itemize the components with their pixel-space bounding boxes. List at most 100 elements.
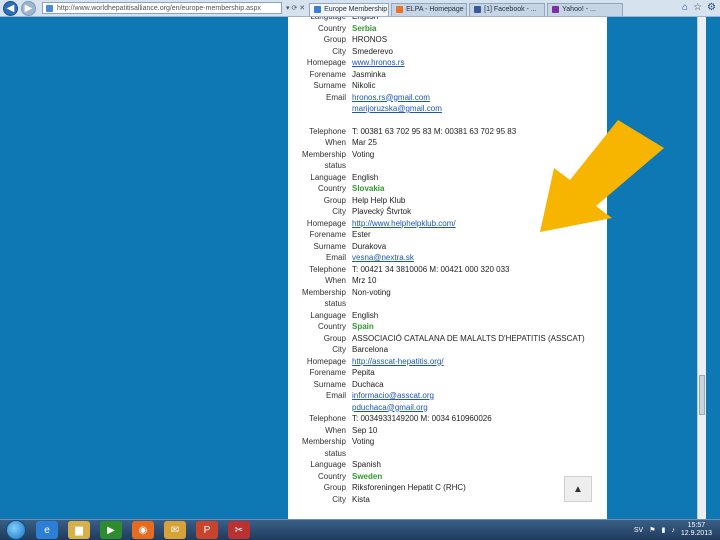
- mail-icon[interactable]: ✉: [164, 521, 186, 539]
- field-value: Durakova: [352, 241, 387, 251]
- tool-icon[interactable]: ✂: [228, 521, 250, 539]
- browser-tab[interactable]: Europe Membership - ...✕: [309, 2, 390, 16]
- field-row: When Sep 10: [288, 425, 607, 437]
- address-tools[interactable]: ▾ ⟳ ✕: [286, 4, 305, 12]
- forward-button[interactable]: ▶: [21, 0, 36, 16]
- field-link[interactable]: marijoruzska@gmail.com: [352, 103, 607, 115]
- volume-icon[interactable]: ♪: [671, 527, 675, 534]
- ie-icon[interactable]: e: [36, 521, 58, 539]
- field-row: Surname Nikolic: [288, 80, 607, 92]
- field-row: Email informacio@asscat.org: [288, 390, 607, 402]
- field-row: Country Serbia: [288, 23, 607, 35]
- home-icon[interactable]: ⌂: [682, 2, 688, 13]
- field-row: Group HRONOS: [288, 34, 607, 46]
- tab-strip: Europe Membership - ...✕ ELPA - Homepage …: [309, 1, 625, 16]
- field-link[interactable]: www.hronos.rs: [352, 57, 607, 69]
- field-label: Forename: [309, 230, 346, 239]
- field-label: Email: [325, 253, 346, 262]
- tab-label: Europe Membership - ...: [324, 6, 388, 13]
- field-value: Sep 10: [352, 425, 378, 435]
- field-row: City Kista: [288, 494, 607, 506]
- chevron-up-icon: ▲: [573, 483, 583, 495]
- field-link[interactable]: informacio@asscat.org: [352, 390, 607, 402]
- field-row: Email vesna@nextra.sk: [288, 252, 607, 264]
- field-row: status: [288, 448, 607, 460]
- field-row: Homepage http://asscat-hepatitis.org/: [288, 356, 607, 368]
- browser-tab[interactable]: ELPA - Homepage - ELPA - ...: [391, 2, 468, 16]
- field-value: English: [352, 310, 379, 320]
- field-label: Homepage: [306, 356, 346, 366]
- field-row: Homepage www.hronos.rs: [288, 57, 607, 69]
- field-row: Telephone T: 00421 34 3810006 M: 00421 00…: [288, 264, 607, 276]
- tab-favicon-icon: [314, 6, 322, 13]
- field-value: Duchaca: [352, 379, 384, 389]
- folder-icon[interactable]: ▆: [68, 521, 90, 539]
- scroll-to-top-button[interactable]: ▲: [564, 476, 592, 502]
- field-label: City: [332, 494, 346, 504]
- clock-date: 12.9.2013: [680, 530, 712, 537]
- field-label: Group: [323, 333, 346, 343]
- field-value: T: 00421 34 3810006 M: 00421 000 320 033: [352, 264, 510, 274]
- field-label: City: [332, 46, 346, 56]
- field-row: Forename Pepita: [288, 367, 607, 379]
- page-scrollbar[interactable]: [697, 17, 706, 519]
- address-bar[interactable]: http://www.worldhepatitisalliance.org/en…: [42, 2, 282, 14]
- field-value: HRONOS: [352, 35, 388, 44]
- field-row: When Mrz 10: [288, 275, 607, 287]
- network-icon[interactable]: ▮: [661, 526, 665, 534]
- field-label: Language: [310, 460, 346, 469]
- field-link[interactable]: vesna@nextra.sk: [352, 252, 607, 264]
- field-row: Group Riksforeningen Hepatit C (RHC): [288, 482, 607, 494]
- field-row: Surname Duchaca: [288, 379, 607, 391]
- clock[interactable]: 15:57 12.9.2013: [681, 522, 712, 538]
- tab-label: [1] Facebook - ...: [484, 6, 537, 13]
- system-tray: SV ⚑ ▮ ♪ 15:57 12.9.2013: [634, 522, 712, 538]
- field-link[interactable]: pduchaca@gmail.org: [352, 402, 607, 414]
- field-row: status: [288, 298, 607, 310]
- field-value: T: 0034933149200 M: 0034 610960026: [352, 414, 492, 423]
- field-label: [288, 402, 352, 414]
- field-value: Jasminka: [352, 69, 386, 79]
- language-indicator[interactable]: SV: [634, 527, 643, 534]
- field-label: Surname: [313, 241, 346, 251]
- start-button[interactable]: [6, 520, 26, 540]
- browser-tab[interactable]: [1] Facebook - ...: [469, 2, 546, 16]
- media-player-icon[interactable]: ▶: [100, 521, 122, 539]
- field-row: pduchaca@gmail.org: [288, 402, 607, 414]
- field-row: Language Spanish: [288, 459, 607, 471]
- membership-panel: LanguageEnglishCountrySerbiaGroupHRONOSC…: [288, 17, 607, 519]
- field-label: Telephone: [309, 414, 346, 423]
- tab-favicon-icon: [552, 6, 560, 13]
- field-label: status: [324, 448, 346, 458]
- field-link[interactable]: http://asscat-hepatitis.org/: [352, 356, 607, 368]
- browser-tab[interactable]: Yahoo! - ...: [547, 2, 624, 16]
- field-value: Smederevo: [352, 46, 393, 56]
- field-value: Voting: [352, 437, 375, 446]
- field-label: Group: [323, 35, 346, 44]
- field-label: Language: [310, 310, 346, 320]
- field-value: Spanish: [352, 460, 381, 469]
- tab-favicon-icon: [474, 6, 482, 13]
- field-label: Email: [325, 92, 346, 102]
- field-label: Forename: [309, 368, 346, 377]
- field-label: When: [325, 138, 346, 147]
- field-link[interactable]: hronos.rs@gmail.com: [352, 92, 607, 104]
- taskbar-apps: e ▆ ▶ ◉ ✉ P ✂: [26, 521, 250, 539]
- field-value: [352, 448, 607, 460]
- field-label: [288, 103, 352, 115]
- clock-time: 15:57: [687, 522, 706, 529]
- field-label: status: [324, 299, 346, 308]
- back-button[interactable]: ◀: [3, 0, 18, 16]
- field-value: Mrz 10: [352, 276, 377, 285]
- taskbar: e ▆ ▶ ◉ ✉ P ✂ SV ⚑ ▮ ♪ 15:57 12.9.2013: [0, 519, 720, 540]
- star-icon[interactable]: ☆: [693, 2, 702, 13]
- field-value: ASSOCIACIÓ CATALANA DE MALALTS D'HEPATIT…: [352, 333, 585, 343]
- gear-icon[interactable]: ⚙: [707, 2, 716, 13]
- powerpoint-icon[interactable]: P: [196, 521, 218, 539]
- flag-icon[interactable]: ⚑: [649, 526, 655, 534]
- field-row: Group ASSOCIACIÓ CATALANA DE MALALTS D'HE…: [288, 333, 607, 345]
- scrollbar-thumb[interactable]: [699, 375, 705, 415]
- address-url: http://www.worldhepatitisalliance.org/en…: [57, 5, 261, 12]
- field-value: Nikolic: [352, 81, 376, 90]
- firefox-icon[interactable]: ◉: [132, 521, 154, 539]
